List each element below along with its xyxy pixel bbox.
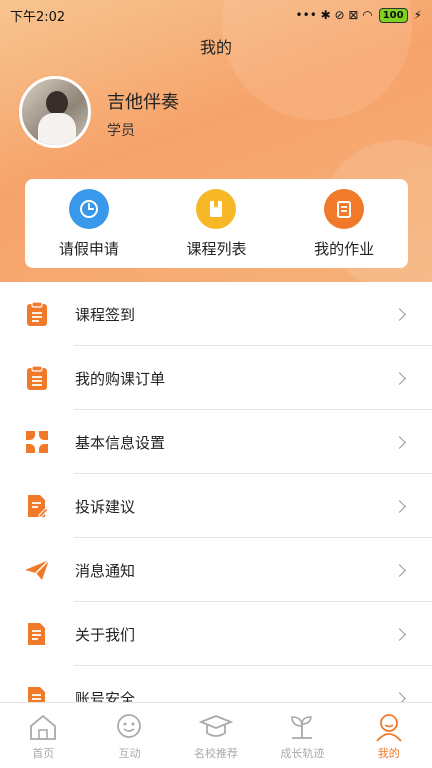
battery-icon: 100 — [378, 7, 408, 23]
menu-item-course-checkin[interactable]: 课程签到 — [0, 282, 432, 346]
sprout-icon — [285, 711, 319, 743]
quick-my-homework[interactable]: 我的作业 — [289, 188, 399, 259]
order-icon — [24, 365, 50, 391]
status-icons: ••• ✱ ⊘ ⊠ ◠ — [295, 8, 373, 22]
tab-label: 名校推荐 — [193, 746, 238, 760]
menu-label: 课程签到 — [75, 305, 136, 324]
menu-item-about-us[interactable]: 关于我们 — [0, 602, 432, 666]
quick-label: 课程列表 — [186, 239, 247, 258]
menu-label: 投诉建议 — [75, 497, 136, 516]
quick-actions-card: 请假申请 课程列表 我的作业 — [25, 179, 408, 268]
menu-item-complaints[interactable]: 投诉建议 — [0, 474, 432, 538]
document-icon — [24, 685, 50, 702]
clock-icon — [68, 188, 109, 229]
tab-school-recommend[interactable]: 名校推荐 — [173, 711, 259, 761]
tab-mine[interactable]: 我的 — [346, 711, 432, 761]
tab-growth-track[interactable]: 成长轨迹 — [259, 711, 345, 761]
menu-label: 消息通知 — [75, 561, 136, 580]
status-time: 下午2:02 — [10, 9, 66, 25]
profile-header: 下午2:02 ••• ✱ ⊘ ⊠ ◠ 100 ⚡ 我的 吉他伴奏 学员 请假申请… — [0, 0, 432, 282]
charging-icon: ⚡ — [413, 8, 422, 22]
tab-home[interactable]: 首页 — [0, 711, 86, 761]
chevron-right-icon — [393, 691, 406, 702]
bottom-tab-bar: 首页 互动 名校推荐 成长轨迹 我的 — [0, 702, 432, 768]
user-name: 吉他伴奏 — [107, 92, 179, 113]
quick-label: 请假申请 — [58, 239, 119, 258]
chevron-right-icon — [393, 563, 406, 577]
homework-icon — [324, 188, 365, 229]
home-icon — [26, 711, 60, 743]
tab-label: 成长轨迹 — [280, 746, 325, 760]
status-bar: 下午2:02 ••• ✱ ⊘ ⊠ ◠ 100 ⚡ — [0, 0, 432, 30]
menu-item-my-orders[interactable]: 我的购课订单 — [0, 346, 432, 410]
chevron-right-icon — [393, 371, 406, 385]
chevron-right-icon — [393, 435, 406, 449]
edit-document-icon — [24, 493, 50, 519]
menu-label: 账号安全 — [75, 689, 136, 703]
menu-item-notifications[interactable]: 消息通知 — [0, 538, 432, 602]
page-title: 我的 — [199, 38, 232, 57]
tab-interaction[interactable]: 互动 — [87, 711, 173, 761]
document-icon — [24, 621, 50, 647]
quick-leave-request[interactable]: 请假申请 — [34, 188, 144, 259]
avatar[interactable] — [19, 76, 91, 148]
settings-icon — [24, 429, 50, 455]
menu-label: 基本信息设置 — [75, 433, 166, 452]
clipboard-icon — [24, 301, 50, 327]
menu-item-account-security[interactable]: 账号安全 — [0, 666, 432, 702]
chat-icon — [113, 711, 147, 743]
menu-item-basic-settings[interactable]: 基本信息设置 — [0, 410, 432, 474]
quick-course-list[interactable]: 课程列表 — [161, 188, 271, 259]
chevron-right-icon — [393, 627, 406, 641]
tab-label: 首页 — [32, 746, 55, 760]
graduation-cap-icon — [198, 711, 233, 743]
tab-label: 互动 — [118, 746, 141, 760]
menu-list: 课程签到 我的购课订单 基本信息设置 投诉建议 消息通知 关于我们 账号安全 — [0, 282, 432, 702]
paper-plane-icon — [24, 557, 50, 583]
book-icon — [196, 188, 237, 229]
tab-label: 我的 — [377, 746, 400, 760]
chevron-right-icon — [393, 499, 406, 513]
menu-label: 关于我们 — [75, 625, 136, 644]
user-role: 学员 — [107, 123, 135, 139]
menu-label: 我的购课订单 — [75, 369, 166, 388]
chevron-right-icon — [393, 307, 406, 321]
quick-label: 我的作业 — [314, 239, 375, 258]
person-icon — [372, 711, 406, 743]
